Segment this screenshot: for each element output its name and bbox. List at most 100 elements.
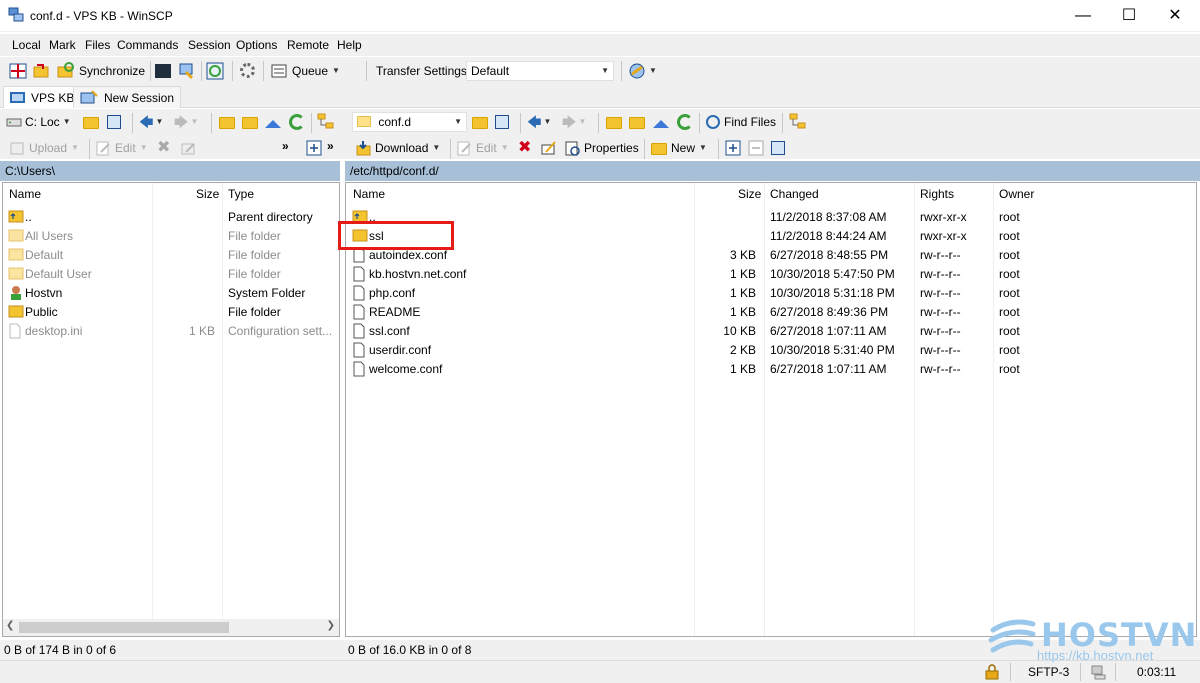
- remote-home-button[interactable]: [653, 113, 669, 134]
- local-path-bar[interactable]: C:\Users\: [0, 161, 340, 181]
- remote-edit-button[interactable]: Edit ▼: [456, 137, 509, 158]
- remote-file-row[interactable]: ssl 11/2/2018 8:44:24 AM rwxr-xr-x root: [346, 226, 1196, 245]
- local-home-button[interactable]: [265, 113, 281, 134]
- column-header-name[interactable]: Name: [9, 187, 41, 201]
- local-back-button[interactable]: 🡄 ▼: [139, 111, 163, 132]
- synchronize-button[interactable]: Synchronize: [57, 60, 145, 81]
- new-button[interactable]: New ▼: [651, 137, 707, 158]
- file-size: 1 KB: [729, 305, 756, 319]
- menu-commands[interactable]: Commands: [117, 38, 178, 52]
- remote-refresh-button[interactable]: [677, 111, 693, 132]
- local-file-row[interactable]: Default File folder: [3, 245, 339, 264]
- transfer-settings-select[interactable]: Default ▼: [466, 61, 614, 81]
- menu-local[interactable]: Local: [12, 38, 41, 52]
- tab-new-session[interactable]: New Session: [73, 86, 182, 108]
- filter-files-button[interactable]: [771, 137, 785, 158]
- find-files-button[interactable]: Find Files: [706, 111, 776, 132]
- remote-file-row[interactable]: welcome.conf 1 KB 6/27/2018 1:07:11 AM rw-r…: [346, 359, 1196, 378]
- download-button[interactable]: Download ▼: [355, 137, 440, 158]
- scrollbar-thumb[interactable]: [19, 622, 229, 633]
- column-header-name[interactable]: Name: [353, 187, 385, 201]
- file-type: Configuration sett...: [228, 324, 333, 338]
- refresh-icon: [677, 113, 693, 130]
- local-file-row[interactable]: Hostvn System Folder: [3, 283, 339, 302]
- local-tree-button[interactable]: [317, 111, 335, 132]
- column-header-size[interactable]: Size: [738, 187, 761, 201]
- putty-button[interactable]: [178, 60, 196, 81]
- synchronize-browsing-button[interactable]: [33, 60, 51, 81]
- queue-icon: [271, 64, 287, 77]
- local-toolbar-overflow-2[interactable]: »: [327, 135, 334, 156]
- remote-file-row[interactable]: userdir.conf 2 KB 10/30/2018 5:31:40 PM rw-…: [346, 340, 1196, 359]
- remote-back-button[interactable]: 🡄 ▼: [527, 111, 551, 132]
- tab-vps-kb[interactable]: VPS KB: [3, 86, 82, 108]
- local-open-directory-button[interactable]: [83, 111, 99, 132]
- local-file-row[interactable]: Public File folder: [3, 302, 339, 321]
- menu-options[interactable]: Options: [236, 38, 277, 52]
- local-filter-button[interactable]: [107, 111, 121, 132]
- local-edit-button[interactable]: Edit ▼: [95, 137, 148, 158]
- toolbar-separator: [782, 113, 783, 133]
- remote-rename-button[interactable]: [540, 137, 556, 158]
- remote-parent-dir-button[interactable]: [606, 111, 622, 132]
- local-file-row[interactable]: All Users File folder: [3, 226, 339, 245]
- scroll-left-icon[interactable]: ❮: [6, 620, 14, 631]
- remote-tree-button[interactable]: [789, 111, 807, 132]
- remote-open-directory-button[interactable]: [472, 111, 488, 132]
- local-file-panel[interactable]: Name Size Type .. Parent directory All Use…: [2, 182, 340, 637]
- minimize-button[interactable]: —: [1060, 0, 1106, 32]
- local-new-button[interactable]: [306, 137, 322, 158]
- column-header-owner[interactable]: Owner: [999, 187, 1034, 201]
- column-header-type[interactable]: Type: [228, 187, 254, 201]
- local-forward-button[interactable]: 🡆 ▼: [174, 111, 198, 132]
- local-file-row[interactable]: .. Parent directory: [3, 207, 339, 226]
- open-terminal-button[interactable]: [155, 60, 171, 81]
- compare-directories-button[interactable]: [9, 60, 27, 81]
- local-parent-dir-button[interactable]: [219, 111, 235, 132]
- local-rename-button[interactable]: [180, 137, 196, 158]
- local-toolbar-overflow[interactable]: »: [282, 135, 289, 156]
- maximize-button[interactable]: ☐: [1106, 0, 1152, 32]
- remote-file-row[interactable]: php.conf 1 KB 10/30/2018 5:31:18 PM rw-r--r…: [346, 283, 1196, 302]
- remote-file-row[interactable]: .. 11/2/2018 8:37:08 AM rwxr-xr-x root: [346, 207, 1196, 226]
- queue-button[interactable]: Queue ▼: [270, 60, 340, 81]
- refresh-session-button[interactable]: [206, 60, 224, 81]
- remote-file-row[interactable]: autoindex.conf 3 KB 6/27/2018 8:48:55 PM rw…: [346, 245, 1196, 264]
- remote-file-panel[interactable]: Name Size Changed Rights Owner .. 11/2/20…: [345, 182, 1197, 637]
- select-files-button[interactable]: [725, 137, 741, 158]
- menu-files[interactable]: Files: [85, 38, 110, 52]
- remote-file-row[interactable]: kb.hostvn.net.conf 1 KB 10/30/2018 5:47:50…: [346, 264, 1196, 283]
- remote-filter-button[interactable]: [495, 111, 509, 132]
- close-button[interactable]: ✕: [1152, 0, 1198, 32]
- remote-path-bar[interactable]: /etc/httpd/conf.d/: [345, 161, 1200, 181]
- remote-directory-value: conf.d: [378, 115, 412, 129]
- scroll-right-icon[interactable]: ❯: [327, 620, 335, 631]
- remote-delete-button[interactable]: ✖: [518, 137, 531, 158]
- column-header-changed[interactable]: Changed: [770, 187, 819, 201]
- menu-remote[interactable]: Remote: [287, 38, 329, 52]
- remote-forward-button[interactable]: 🡆 ▼: [562, 111, 586, 132]
- menu-mark[interactable]: Mark: [49, 38, 76, 52]
- local-refresh-button[interactable]: [289, 111, 305, 132]
- unselect-files-button[interactable]: [748, 137, 764, 158]
- horizontal-scrollbar[interactable]: ❮ ❯: [3, 619, 339, 636]
- remote-file-row[interactable]: ssl.conf 10 KB 6/27/2018 1:07:11 AM rw-r--r…: [346, 321, 1196, 340]
- menu-session[interactable]: Session: [188, 38, 231, 52]
- upload-button[interactable]: Upload ▼: [9, 137, 79, 158]
- local-delete-button[interactable]: ✖: [157, 137, 170, 158]
- transfer-options-button[interactable]: ▼: [628, 60, 657, 81]
- column-header-size[interactable]: Size: [196, 187, 219, 201]
- local-file-row[interactable]: desktop.ini 1 KB Configuration sett...: [3, 321, 339, 340]
- transfer-settings-text: Transfer Settings: [376, 63, 467, 78]
- remote-file-row[interactable]: README 1 KB 6/27/2018 8:49:36 PM rw-r--r-- r…: [346, 302, 1196, 321]
- new-session-icon: [80, 89, 98, 103]
- column-header-rights[interactable]: Rights: [920, 187, 954, 201]
- remote-directory-select[interactable]: conf.d ▼: [352, 112, 467, 132]
- properties-button[interactable]: Properties: [564, 137, 639, 158]
- local-root-dir-button[interactable]: [242, 111, 258, 132]
- local-file-row[interactable]: Default User File folder: [3, 264, 339, 283]
- menu-help[interactable]: Help: [337, 38, 362, 52]
- remote-root-dir-button[interactable]: [629, 111, 645, 132]
- local-drive-select[interactable]: C: Loc ▼: [6, 111, 71, 132]
- preferences-button[interactable]: [240, 60, 255, 81]
